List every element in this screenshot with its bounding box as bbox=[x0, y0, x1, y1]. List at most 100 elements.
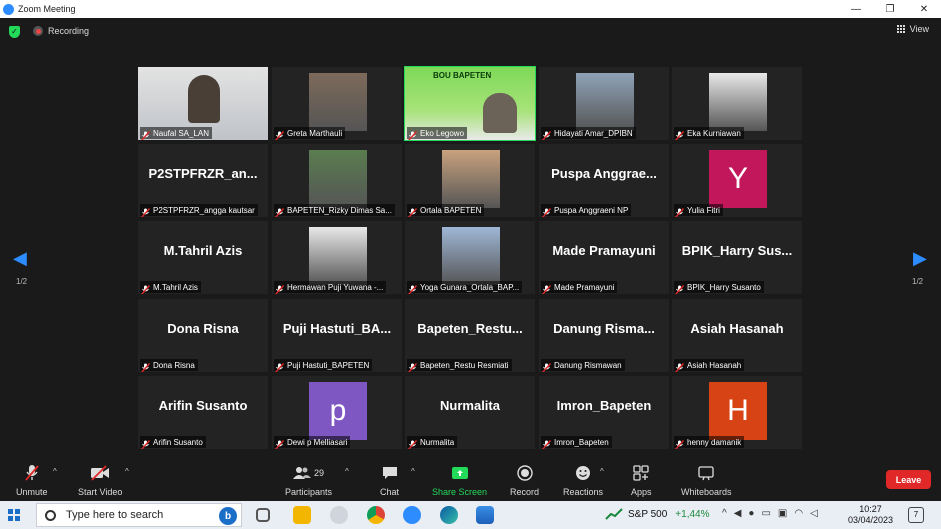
participant-tile[interactable]: Puji Hastuti_BA... Puji Hastuti_BAPETEN bbox=[272, 299, 402, 372]
participant-tile[interactable]: Made Pramayuni Made Pramayuni bbox=[539, 221, 669, 294]
apps-button[interactable]: Apps bbox=[631, 463, 652, 497]
chat-button[interactable]: Chat bbox=[380, 463, 399, 497]
participant-tile[interactable]: Asiah Hasanah Asiah Hasanah bbox=[672, 299, 802, 372]
participant-tile[interactable]: Yoga Gunara_Ortala_BAP... bbox=[405, 221, 535, 294]
participant-tile[interactable]: M.Tahril Azis M.Tahril Azis bbox=[138, 221, 268, 294]
participant-tile[interactable]: Hhenny damanik bbox=[672, 376, 802, 449]
reactions-chevron-icon[interactable]: ^ bbox=[600, 467, 604, 476]
edge-icon[interactable] bbox=[440, 506, 458, 524]
participant-tile[interactable]: BAPETEN_Rizky Dimas Sa... bbox=[272, 144, 402, 217]
participant-tile[interactable]: Danung Risma... Danung Rismawan bbox=[539, 299, 669, 372]
muted-mic-icon bbox=[542, 282, 552, 294]
unmute-button[interactable]: Unmute bbox=[16, 463, 48, 497]
participant-photo bbox=[309, 150, 367, 208]
participant-display-name: Arifin Susanto bbox=[158, 398, 248, 413]
participant-display-name: Danung Risma... bbox=[553, 321, 655, 336]
mic-tray-icon[interactable]: ● bbox=[748, 508, 754, 519]
participant-tile[interactable]: Hermawan Puji Yuwana -... bbox=[272, 221, 402, 294]
participant-tile[interactable]: Naufal SA_LAN bbox=[138, 67, 268, 140]
record-button[interactable]: Record bbox=[510, 463, 539, 497]
whiteboard-icon bbox=[698, 463, 714, 483]
photos-icon[interactable] bbox=[476, 506, 494, 524]
participant-display-name: P2STPFRZR_an... bbox=[148, 166, 258, 181]
participant-name: Dewi p Melliasari bbox=[287, 437, 348, 447]
muted-mic-icon bbox=[675, 282, 685, 294]
view-button[interactable]: View bbox=[897, 24, 929, 34]
participant-tile[interactable]: p Dewi p Melliasari bbox=[272, 376, 402, 449]
app-icon[interactable] bbox=[330, 506, 348, 524]
participants-button[interactable]: 29 Participants bbox=[285, 463, 332, 497]
participant-name: Eka Kurniawan bbox=[687, 128, 741, 138]
muted-mic-icon bbox=[675, 205, 685, 217]
muted-mic-icon bbox=[141, 205, 151, 217]
participant-name: Imron_Bapeten bbox=[554, 437, 609, 447]
participant-name-label: Nurmalita bbox=[407, 436, 458, 449]
chat-chevron-icon[interactable]: ^ bbox=[411, 467, 415, 476]
participant-name: Dona Risna bbox=[153, 360, 195, 370]
participant-tile[interactable]: Eka Kurniawan bbox=[672, 67, 802, 140]
participant-tile[interactable]: BPIK_Harry Sus... BPIK_Harry Susanto bbox=[672, 221, 802, 294]
participant-tile[interactable]: Puspa Anggrae... Puspa Anggraeni NP bbox=[539, 144, 669, 217]
participant-name: M.Tahril Azis bbox=[153, 282, 198, 292]
monitor-icon[interactable]: ▣ bbox=[778, 508, 787, 519]
stock-widget[interactable]: S&P 500 +1,44% bbox=[605, 508, 710, 520]
start-video-button[interactable]: Start Video bbox=[78, 463, 122, 497]
tray-chevron-icon[interactable]: ^ bbox=[722, 508, 727, 519]
previous-page-button[interactable]: ◀ bbox=[13, 248, 27, 269]
participant-tile[interactable]: Ortala BAPETEN bbox=[405, 144, 535, 217]
chrome-icon[interactable] bbox=[367, 506, 385, 524]
participant-tile[interactable]: BOU BAPETEN Eko Legowo bbox=[404, 66, 536, 141]
participant-name: Puspa Anggraeni NP bbox=[554, 205, 629, 215]
zoom-logo-icon bbox=[3, 3, 14, 15]
participant-name: Arifin Susanto bbox=[153, 437, 203, 447]
participant-tile[interactable]: Nurmalita Nurmalita bbox=[405, 376, 535, 449]
participant-name-label: BAPETEN_Rizky Dimas Sa... bbox=[274, 204, 395, 217]
zoom-taskbar-icon[interactable] bbox=[403, 506, 421, 524]
participant-photo bbox=[309, 73, 367, 131]
bing-icon[interactable]: b bbox=[219, 507, 237, 525]
participant-tile[interactable]: Imron_Bapeten Imron_Bapeten bbox=[539, 376, 669, 449]
task-view-icon[interactable] bbox=[256, 508, 270, 522]
participant-tile[interactable]: Y Yulia Fitri bbox=[672, 144, 802, 217]
participant-name: Puji Hastuti_BAPETEN bbox=[287, 360, 370, 370]
video-options-chevron-icon[interactable]: ^ bbox=[125, 467, 129, 476]
participant-name-label: BPIK_Harry Susanto bbox=[674, 281, 764, 294]
participant-tile[interactable]: Hidayati Amar_DPIBN bbox=[539, 67, 669, 140]
participant-name-label: Arifin Susanto bbox=[140, 436, 206, 449]
participant-tile[interactable]: P2STPFRZR_an... P2STPFRZR_angga kautsar bbox=[138, 144, 268, 217]
participant-tile[interactable]: Arifin Susanto Arifin Susanto bbox=[138, 376, 268, 449]
chat-label: Chat bbox=[380, 487, 400, 497]
taskbar-search-box[interactable]: Type here to search b bbox=[36, 503, 242, 527]
minimize-button[interactable]: — bbox=[839, 0, 873, 18]
windows-start-icon[interactable] bbox=[8, 509, 20, 521]
recording-indicator[interactable]: Recording bbox=[33, 26, 89, 36]
muted-mic-icon bbox=[275, 437, 285, 449]
participant-name-label: Dewi p Melliasari bbox=[274, 436, 351, 449]
whiteboards-button[interactable]: Whiteboards bbox=[681, 463, 732, 497]
next-page-button[interactable]: ▶ bbox=[913, 248, 927, 269]
audio-options-chevron-icon[interactable]: ^ bbox=[53, 467, 57, 476]
battery-icon[interactable]: ▭ bbox=[761, 508, 770, 519]
participant-name: Naufal SA_LAN bbox=[153, 128, 210, 138]
shield-icon[interactable]: ✓ bbox=[9, 26, 20, 38]
participant-name-label: Eko Legowo bbox=[407, 127, 468, 140]
participant-tile[interactable]: Greta Marthauli bbox=[272, 67, 402, 140]
share-screen-button[interactable]: Share Screen bbox=[432, 463, 487, 497]
share-screen-icon bbox=[451, 463, 469, 483]
participant-avatar-letter: p bbox=[309, 382, 367, 440]
taskbar-clock[interactable]: 10:27 03/04/2023 bbox=[848, 504, 893, 526]
leave-button[interactable]: Leave bbox=[886, 470, 931, 489]
speaker-icon[interactable]: ◁ bbox=[810, 508, 818, 519]
participants-chevron-icon[interactable]: ^ bbox=[345, 467, 349, 476]
volume-icon[interactable]: ◀ bbox=[734, 508, 742, 519]
close-button[interactable]: ✕ bbox=[907, 0, 941, 18]
maximize-button[interactable]: ❐ bbox=[873, 0, 907, 18]
notification-center-icon[interactable]: 7 bbox=[908, 507, 924, 523]
participant-tile[interactable]: Dona Risna Dona Risna bbox=[138, 299, 268, 372]
participant-tile[interactable]: Bapeten_Restu... Bapeten_Restu Resmiati bbox=[405, 299, 535, 372]
participant-name-label: Yoga Gunara_Ortala_BAP... bbox=[407, 281, 523, 294]
participant-name: BPIK_Harry Susanto bbox=[687, 282, 761, 292]
file-explorer-icon[interactable] bbox=[293, 506, 311, 524]
reactions-button[interactable]: Reactions bbox=[563, 463, 603, 497]
wifi-icon[interactable]: ◠ bbox=[794, 508, 803, 519]
